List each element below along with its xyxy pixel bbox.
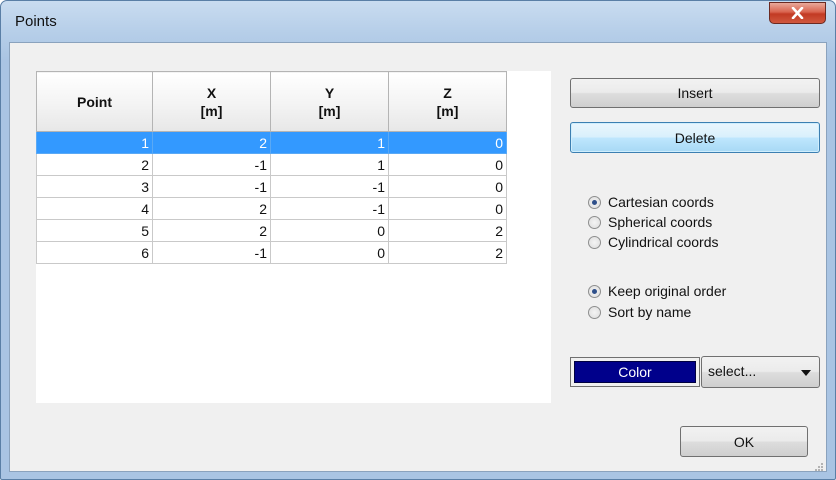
dialog-body: Point X [m] Y [m] Z [m] 1 2 1 0 2 -1 1 0…	[9, 42, 827, 472]
radio-button-checked[interactable]	[588, 195, 601, 209]
cell-point[interactable]: 6	[36, 241, 153, 264]
resize-grip-icon[interactable]	[814, 459, 824, 471]
table-row[interactable]: 2 -1 1 0	[36, 153, 507, 176]
header-unit: [m]	[200, 102, 223, 119]
select-value: select...	[708, 363, 757, 379]
close-icon	[791, 7, 804, 19]
radio-label: Keep original order	[608, 283, 727, 299]
color-label: Color	[618, 364, 652, 380]
header-label: Z	[443, 84, 452, 101]
cell-y[interactable]: -1	[270, 175, 389, 198]
header-label: Y	[324, 84, 335, 101]
cell-y[interactable]: 1	[270, 131, 389, 154]
cell-x[interactable]: -1	[152, 241, 271, 264]
cell-x[interactable]: 2	[152, 131, 271, 154]
radio-keep-order[interactable]: Keep original order	[588, 283, 726, 299]
radio-button-checked[interactable]	[588, 284, 601, 298]
chevron-down-icon	[801, 370, 811, 376]
radio-label: Spherical coords	[608, 214, 713, 230]
cell-z[interactable]: 2	[388, 219, 507, 242]
table-row[interactable]: 3 -1 -1 0	[36, 175, 507, 198]
cell-point[interactable]: 5	[36, 219, 153, 242]
cell-z[interactable]: 0	[388, 197, 507, 220]
radio-label: Cartesian coords	[608, 194, 714, 210]
column-header-point[interactable]: Point	[36, 71, 153, 132]
cell-y[interactable]: 1	[270, 153, 389, 176]
cell-z[interactable]: 0	[388, 153, 507, 176]
points-grid[interactable]: Point X [m] Y [m] Z [m] 1 2 1 0 2 -1 1 0…	[36, 71, 551, 403]
header-label: X	[206, 84, 217, 101]
radio-button[interactable]	[588, 215, 601, 229]
table-row[interactable]: 6 -1 0 2	[36, 241, 507, 264]
column-header-y[interactable]: Y [m]	[270, 71, 389, 132]
cell-x[interactable]: 2	[152, 219, 271, 242]
cell-z[interactable]: 0	[388, 175, 507, 198]
points-dialog: Points Point X [m] Y [m] Z [m] 1 2 1 0 2…	[0, 0, 836, 480]
cell-x[interactable]: -1	[152, 175, 271, 198]
cell-point[interactable]: 4	[36, 197, 153, 220]
header-unit: [m]	[318, 102, 341, 119]
delete-button[interactable]: Delete	[570, 122, 820, 153]
cell-y[interactable]: 0	[270, 241, 389, 264]
radio-sort-name[interactable]: Sort by name	[588, 304, 691, 320]
column-header-z[interactable]: Z [m]	[388, 71, 507, 132]
title-bar[interactable]: Points	[1, 1, 835, 41]
close-button[interactable]	[769, 2, 826, 24]
radio-label: Sort by name	[608, 304, 692, 320]
cell-point[interactable]: 3	[36, 175, 153, 198]
cell-z[interactable]: 0	[388, 131, 507, 154]
column-header-x[interactable]: X [m]	[152, 71, 271, 132]
header-unit: [m]	[436, 102, 459, 119]
radio-button[interactable]	[588, 235, 601, 249]
ok-button[interactable]: OK	[680, 426, 808, 457]
table-row[interactable]: 4 2 -1 0	[36, 197, 507, 220]
radio-spherical[interactable]: Spherical coords	[588, 214, 712, 230]
color-button[interactable]: Color	[570, 357, 700, 387]
radio-label: Cylindrical coords	[608, 234, 719, 250]
color-select[interactable]: select...	[701, 356, 820, 388]
dialog-title: Points	[15, 13, 57, 30]
table-row[interactable]: 1 2 1 0	[36, 131, 507, 154]
color-swatch: Color	[574, 361, 696, 383]
radio-button[interactable]	[588, 305, 601, 319]
header-label: Point	[77, 93, 112, 110]
cell-z[interactable]: 2	[388, 241, 507, 264]
insert-button[interactable]: Insert	[570, 78, 820, 108]
radio-cylindrical[interactable]: Cylindrical coords	[588, 234, 718, 250]
cell-x[interactable]: 2	[152, 197, 271, 220]
cell-y[interactable]: 0	[270, 219, 389, 242]
points-table: Point X [m] Y [m] Z [m] 1 2 1 0 2 -1 1 0…	[36, 71, 507, 264]
radio-cartesian[interactable]: Cartesian coords	[588, 194, 714, 210]
cell-y[interactable]: -1	[270, 197, 389, 220]
table-row[interactable]: 5 2 0 2	[36, 219, 507, 242]
cell-x[interactable]: -1	[152, 153, 271, 176]
cell-point[interactable]: 2	[36, 153, 153, 176]
cell-point[interactable]: 1	[36, 131, 153, 154]
